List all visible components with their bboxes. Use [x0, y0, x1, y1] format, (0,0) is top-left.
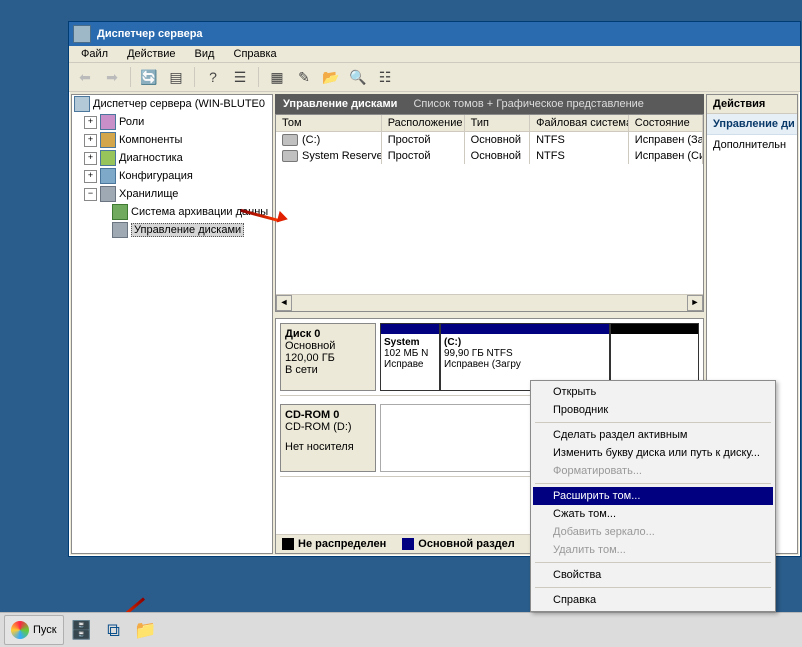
- tree-config[interactable]: + Конфигурация: [72, 167, 272, 185]
- cm-make-active[interactable]: Сделать раздел активным: [533, 426, 773, 444]
- menu-help[interactable]: Справка: [226, 46, 285, 62]
- expand-icon[interactable]: +: [84, 116, 97, 129]
- archive-icon: [112, 204, 128, 220]
- col-state[interactable]: Состояние: [629, 115, 703, 131]
- menubar: Файл Действие Вид Справка: [69, 46, 800, 63]
- actions-more-link[interactable]: Дополнительн: [707, 135, 797, 155]
- content-subtitle: Список томов + Графическое представление: [413, 98, 643, 110]
- taskbar[interactable]: Пуск 🗄️ ⧉ 📁: [0, 612, 802, 647]
- cdrom-info[interactable]: CD-ROM 0 CD-ROM (D:) Нет носителя: [280, 404, 376, 472]
- tool-1[interactable]: ▦: [265, 65, 289, 89]
- table-row[interactable]: System Reserved Простой Основной NTFS Ис…: [276, 148, 703, 164]
- disk-info[interactable]: Диск 0 Основной 120,00 ГБ В сети: [280, 323, 376, 391]
- storage-icon: [100, 186, 116, 202]
- cm-format: Форматировать...: [533, 462, 773, 480]
- start-label: Пуск: [33, 624, 57, 636]
- cm-open[interactable]: Открыть: [533, 383, 773, 401]
- partition-system[interactable]: System 102 МБ N Исправе: [380, 323, 440, 391]
- server-icon: [73, 25, 91, 43]
- expand-icon[interactable]: +: [84, 152, 97, 165]
- menu-action[interactable]: Действие: [119, 46, 183, 62]
- cm-help[interactable]: Справка: [533, 591, 773, 609]
- windows-logo-icon: [11, 621, 29, 639]
- volume-list[interactable]: Том Расположение Тип Файловая система Со…: [275, 114, 704, 312]
- cm-explorer[interactable]: Проводник: [533, 401, 773, 419]
- refresh-button[interactable]: 🔄: [137, 65, 161, 89]
- components-icon: [100, 132, 116, 148]
- volume-icon: [282, 134, 298, 146]
- roles-icon: [100, 114, 116, 130]
- task-powershell-icon[interactable]: ⧉: [100, 616, 128, 644]
- tree-pane[interactable]: Диспетчер сервера (WIN-BLUTE0 + Роли + К…: [71, 94, 273, 554]
- context-menu[interactable]: Открыть Проводник Сделать раздел активны…: [530, 380, 776, 612]
- h-scrollbar[interactable]: ◄ ►: [276, 294, 703, 311]
- back-button: ⬅: [73, 65, 97, 89]
- task-server-manager-icon[interactable]: 🗄️: [68, 616, 96, 644]
- toolbar: ⬅ ➡ 🔄 ▤ ? ☰ ▦ ✎ 📂 🔍 ☷: [69, 63, 800, 92]
- col-type[interactable]: Тип: [465, 115, 530, 131]
- list-button[interactable]: ☰: [228, 65, 252, 89]
- cm-shrink[interactable]: Сжать том...: [533, 505, 773, 523]
- tree-diagnostics[interactable]: + Диагностика: [72, 149, 272, 167]
- tree-root[interactable]: Диспетчер сервера (WIN-BLUTE0: [72, 95, 272, 113]
- cm-change-letter[interactable]: Изменить букву диска или путь к диску...: [533, 444, 773, 462]
- scroll-left-icon[interactable]: ◄: [276, 295, 292, 311]
- server-icon: [74, 96, 90, 112]
- tool-3[interactable]: 📂: [319, 65, 343, 89]
- tree-storage[interactable]: − Хранилище: [72, 185, 272, 203]
- help-button[interactable]: ?: [201, 65, 225, 89]
- tool-2[interactable]: ✎: [292, 65, 316, 89]
- tree-roles[interactable]: + Роли: [72, 113, 272, 131]
- forward-button: ➡: [100, 65, 124, 89]
- menu-file[interactable]: Файл: [73, 46, 116, 62]
- collapse-icon[interactable]: −: [84, 188, 97, 201]
- scroll-right-icon[interactable]: ►: [687, 295, 703, 311]
- volume-columns[interactable]: Том Расположение Тип Файловая система Со…: [276, 115, 703, 132]
- task-explorer-icon[interactable]: 📁: [132, 616, 160, 644]
- tree-diskmgmt[interactable]: Управление дисками: [72, 221, 272, 239]
- cm-properties[interactable]: Свойства: [533, 566, 773, 584]
- config-icon: [100, 168, 116, 184]
- tree-components[interactable]: + Компоненты: [72, 131, 272, 149]
- titlebar[interactable]: Диспетчер сервера: [69, 22, 800, 46]
- cm-add-mirror: Добавить зеркало...: [533, 523, 773, 541]
- col-layout[interactable]: Расположение: [382, 115, 465, 131]
- disk-icon: [112, 222, 128, 238]
- col-volume[interactable]: Том: [276, 115, 382, 131]
- cm-extend[interactable]: Расширить том...: [533, 487, 773, 505]
- diagnostics-icon: [100, 150, 116, 166]
- content-header: Управление дисками Список томов + Графич…: [275, 94, 704, 114]
- window-title: Диспетчер сервера: [97, 28, 203, 40]
- start-button[interactable]: Пуск: [4, 615, 64, 645]
- actions-header: Действия: [707, 95, 797, 114]
- volume-icon: [282, 150, 298, 162]
- expand-icon[interactable]: +: [84, 134, 97, 147]
- expand-icon[interactable]: +: [84, 170, 97, 183]
- properties-button[interactable]: ▤: [164, 65, 188, 89]
- tool-4[interactable]: 🔍: [346, 65, 370, 89]
- cm-delete: Удалить том...: [533, 541, 773, 559]
- content-title: Управление дисками: [283, 98, 397, 110]
- col-fs[interactable]: Файловая система: [530, 115, 629, 131]
- menu-view[interactable]: Вид: [187, 46, 223, 62]
- tool-5[interactable]: ☷: [373, 65, 397, 89]
- table-row[interactable]: (C:) Простой Основной NTFS Исправен (За: [276, 132, 703, 148]
- actions-subheader: Управление ди: [707, 114, 797, 135]
